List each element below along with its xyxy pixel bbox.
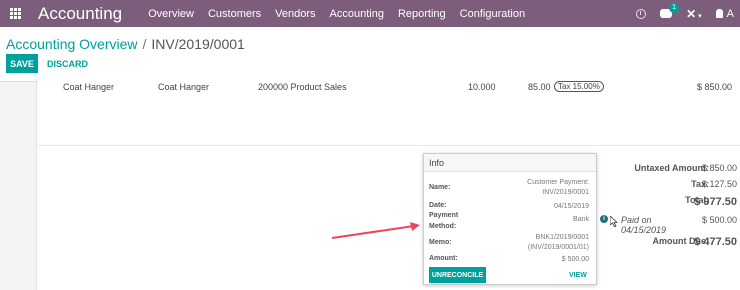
popover-amount-label: Amount: (429, 255, 458, 262)
total-value: $ 977.50 (694, 196, 737, 208)
menu-item-configuration[interactable]: Configuration (460, 8, 525, 20)
line-tax-tag: Tax 15.00% (554, 81, 604, 92)
tax-value: $ 127.50 (701, 179, 737, 189)
paid-amount: $ 500.00 (701, 215, 737, 225)
apps-menu-icon[interactable] (0, 8, 30, 19)
paid-on-text: Paid on 04/15/2019 (621, 215, 667, 235)
menu-item-accounting[interactable]: Accounting (330, 8, 384, 20)
top-navbar: Accounting Overview Customers Vendors Ac… (0, 0, 740, 27)
control-panel: Accounting Overview / INV/2019/0001 SAVE… (0, 27, 740, 82)
unreconcile-button[interactable]: UNRECONCILE (429, 267, 486, 283)
debug-icon: ✕ (686, 6, 697, 21)
menu-item-customers[interactable]: Customers (208, 8, 261, 20)
popover-name-value-1: Customer Payment: (527, 179, 589, 186)
breadcrumb-parent[interactable]: Accounting Overview (6, 36, 138, 52)
popover-name-value-2: INV/2019/0001 (542, 189, 589, 196)
popover-date-value: 04/15/2019 (553, 203, 589, 210)
menu-item-reporting[interactable]: Reporting (398, 8, 446, 20)
line-subtotal: $ 850.00 (697, 82, 733, 92)
line-divider (36, 145, 740, 146)
invoice-line-row[interactable]: Coat Hanger Coat Hanger 200000 Product S… (37, 80, 740, 94)
popover-memo-row: Memo: BNK1/2019/0001 (INV/2019/0001/01) (429, 233, 589, 255)
amount-due-value: $ 477.50 (694, 236, 737, 248)
popover-method-label-2: Method: (429, 223, 457, 230)
popover-memo-value-2: (INV/2019/0001/01) (527, 244, 589, 251)
payment-info-icon[interactable]: i (600, 215, 608, 223)
mouse-cursor-icon (610, 216, 618, 227)
line-quantity: 10.000 (468, 82, 496, 92)
systray: 1 ✕ ▾ A (636, 0, 740, 27)
main-menu: Overview Customers Vendors Accounting Re… (148, 8, 525, 20)
user-initial: A (726, 7, 734, 20)
activity-clock-icon[interactable] (636, 8, 647, 19)
line-account: 200000 Product Sales (258, 82, 347, 92)
user-menu[interactable]: A (715, 7, 734, 20)
popover-method-value: Bank (573, 216, 589, 223)
save-button[interactable]: SAVE (6, 54, 38, 73)
chevron-down-icon: ▾ (698, 12, 702, 20)
popover-memo-value-1: BNK1/2019/0001 (535, 234, 589, 241)
line-description: Coat Hanger (158, 82, 210, 92)
popover-method-label-1: Payment (429, 212, 459, 219)
popover-name-row: Name: Customer Payment: INV/2019/0001 (429, 178, 589, 200)
discard-button[interactable]: DISCARD (47, 54, 88, 73)
popover-date-label: Date: (429, 202, 447, 209)
breadcrumb-current: INV/2019/0001 (151, 36, 245, 52)
user-icon (715, 9, 723, 18)
chat-badge: 1 (669, 3, 679, 13)
messaging-menu[interactable]: 1 (660, 3, 679, 18)
untaxed-amount-value: $ 850.00 (701, 163, 737, 173)
payment-info-popover: Info Name: Customer Payment: INV/2019/00… (423, 153, 597, 285)
menu-item-overview[interactable]: Overview (148, 8, 194, 20)
view-payment-button[interactable]: VIEW (569, 272, 587, 279)
popover-amount-row: Amount: $ 500.00 (429, 255, 589, 265)
popover-title: Info (424, 154, 596, 172)
menu-item-vendors[interactable]: Vendors (275, 8, 315, 20)
breadcrumb: Accounting Overview / INV/2019/0001 (6, 36, 245, 52)
popover-name-label: Name: (429, 184, 451, 191)
popover-amount-value: $ 500.00 (561, 256, 589, 263)
popover-date-row: Date: 04/15/2019 (429, 202, 589, 212)
breadcrumb-separator: / (142, 36, 147, 52)
line-unit-price: 85.00 (528, 82, 551, 92)
annotation-arrow-icon (331, 222, 420, 239)
debug-menu[interactable]: ✕ ▾ (686, 7, 702, 21)
line-product: Coat Hanger (63, 82, 115, 92)
popover-method-row: Payment Method: Bank (429, 212, 589, 232)
popover-memo-label: Memo: (429, 239, 452, 246)
app-title: Accounting (38, 3, 123, 23)
